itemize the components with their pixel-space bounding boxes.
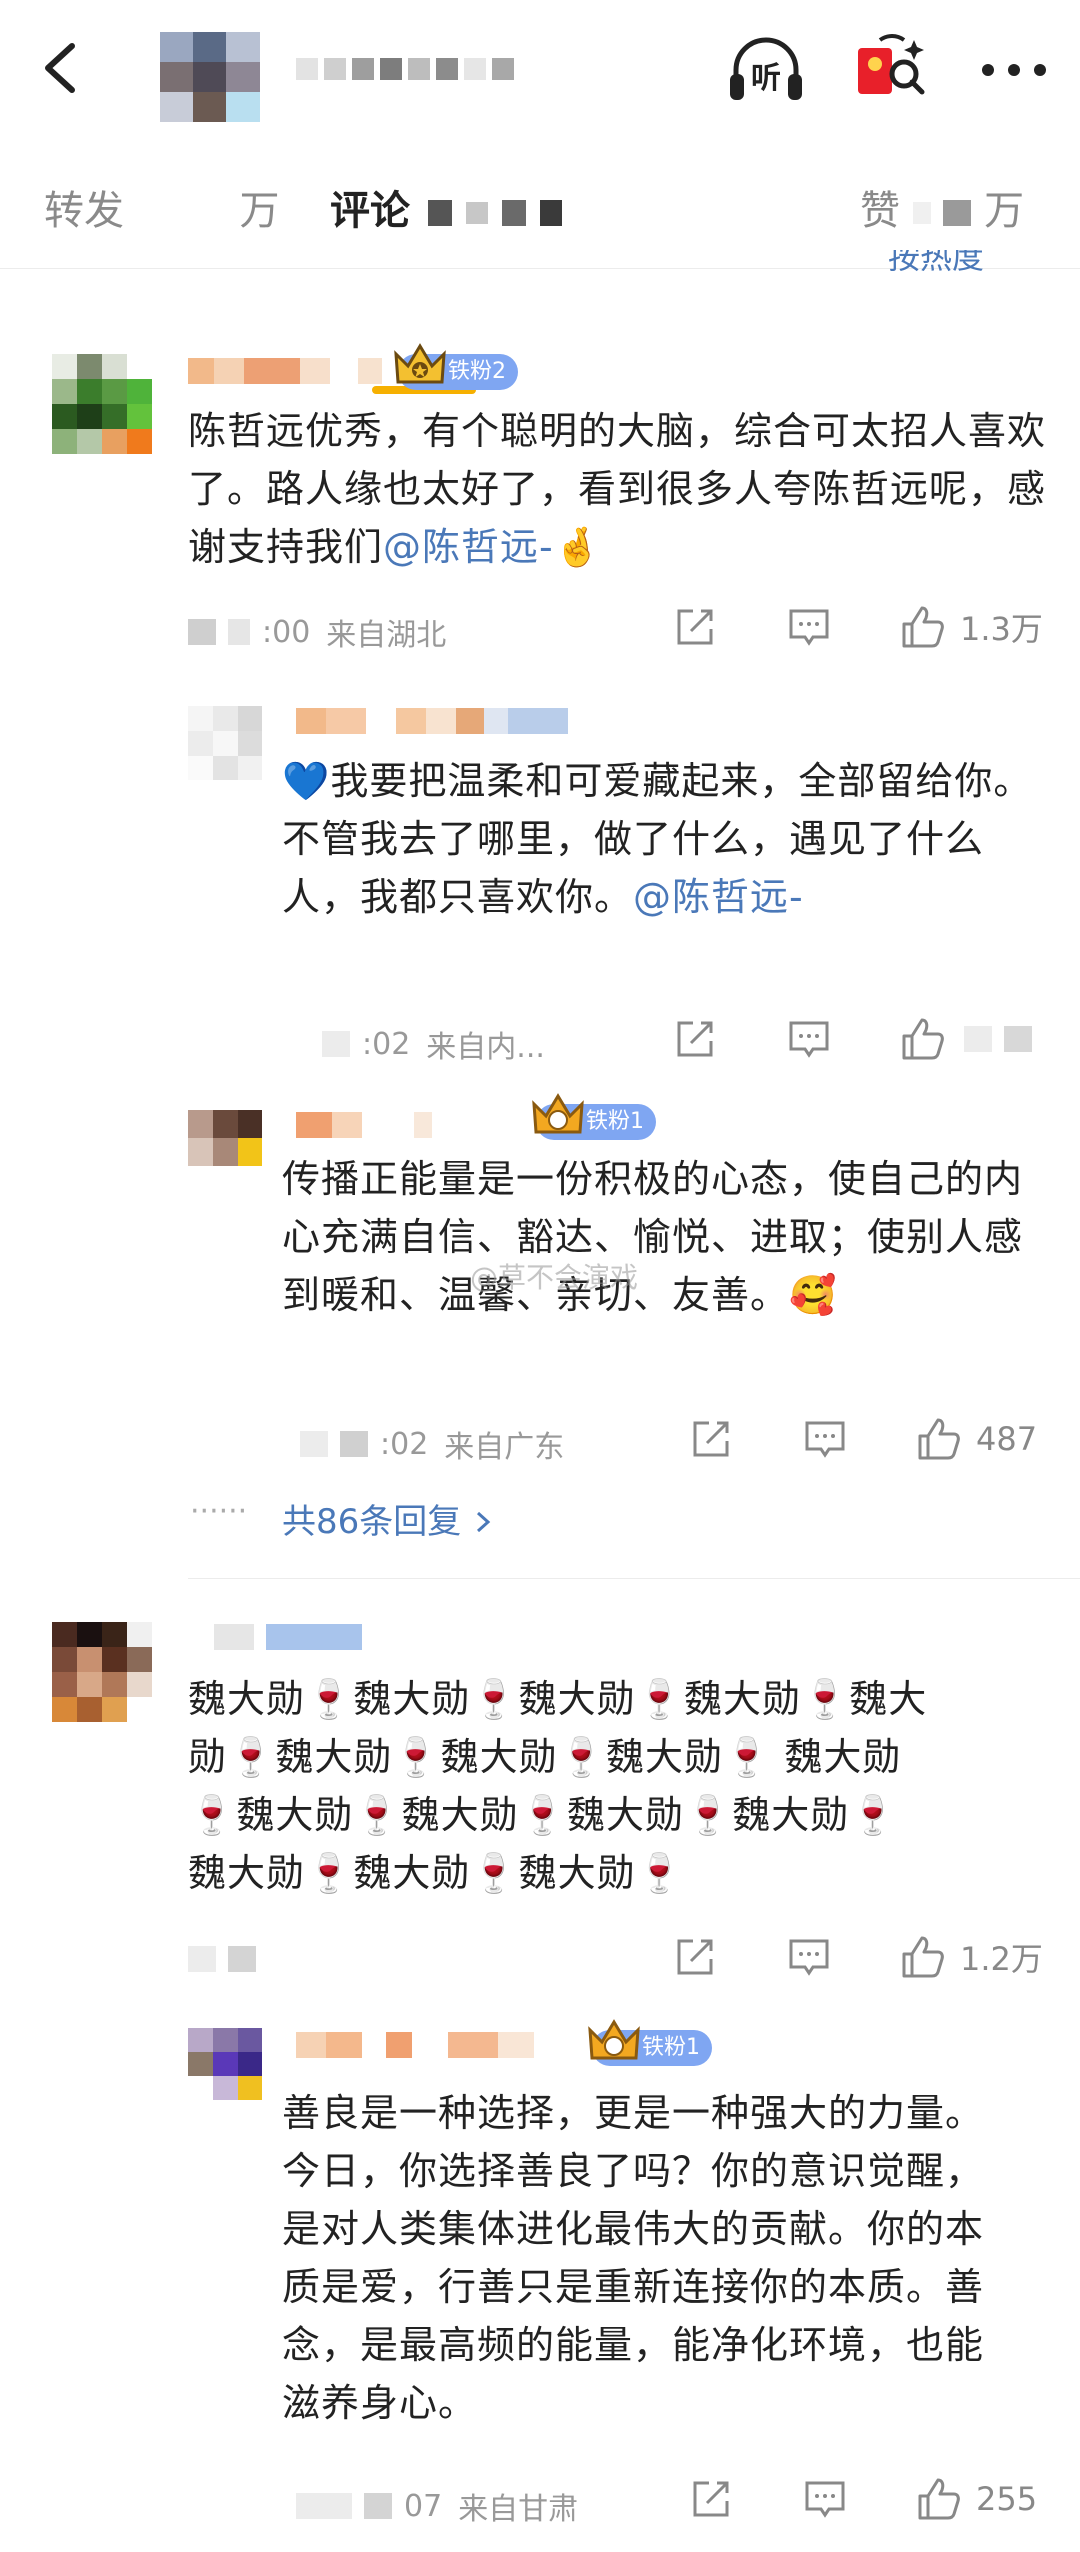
username-blurred[interactable]: [296, 708, 568, 734]
avatar[interactable]: [188, 706, 262, 780]
tab-comments-label: 评论: [330, 188, 410, 234]
comment-time: :00: [262, 614, 311, 650]
view-replies-link[interactable]: 共86条回复: [282, 1494, 494, 1543]
like-count: 255: [976, 2480, 1038, 2518]
share-icon[interactable]: [686, 1414, 736, 1464]
comment-text: 陈哲远优秀，有个聪明的大脑，综合可太招人喜欢了。路人缘也太好了，看到很多人夸陈哲…: [188, 402, 1048, 576]
reply-actions: 255: [686, 2474, 1037, 2524]
share-icon[interactable]: [686, 2474, 736, 2524]
avatar[interactable]: [52, 1622, 152, 1722]
reply-location: 来自广东: [444, 1430, 565, 1465]
fan-badge-label: 铁粉1: [586, 1109, 644, 1134]
reply-body: 善良是一种选择，更是一种强大的力量。今日，你选择善良了吗？你的意识觉醒，是对人类…: [282, 2091, 985, 2425]
username-blurred[interactable]: [214, 1624, 362, 1650]
comment-actions: 1.3万: [670, 602, 1043, 652]
mention-link[interactable]: @陈哲远-: [383, 525, 554, 569]
chevron-right-icon: [472, 1502, 494, 1542]
share-icon[interactable]: [670, 1014, 720, 1064]
svg-text:听: 听: [751, 61, 781, 96]
fan-badge-label: 铁粉1: [642, 2035, 700, 2060]
fan-badge-label: 铁粉2: [448, 359, 506, 384]
comment-icon[interactable]: [784, 1014, 834, 1064]
replies-dots: ······: [190, 1494, 248, 1529]
crown-icon: [588, 2019, 640, 2060]
sort-toggle[interactable]: 按热度: [888, 250, 984, 278]
comment-line: 勋🍷魏大勋🍷魏大勋🍷魏大勋🍷 魏大勋: [188, 1735, 902, 1779]
red-packet-icon[interactable]: [848, 30, 932, 110]
avatar[interactable]: [160, 32, 260, 122]
share-icon[interactable]: [670, 1932, 720, 1982]
like-icon[interactable]: [898, 602, 948, 652]
comment-icon[interactable]: [784, 1932, 834, 1982]
headphones-icon[interactable]: 听: [724, 30, 808, 110]
comment-icon[interactable]: [784, 602, 834, 652]
comment-line: 魏大勋🍷魏大勋🍷魏大勋🍷魏大勋🍷魏大: [188, 1677, 928, 1721]
comment-line: 🍷魏大勋🍷魏大勋🍷魏大勋🍷魏大勋🍷: [188, 1793, 898, 1837]
reply-time: :02: [380, 1426, 429, 1462]
comment-line: 魏大勋🍷魏大勋🍷魏大勋🍷: [188, 1851, 684, 1895]
reply-meta: 07 来自甘肃: [296, 2484, 578, 2528]
emoji: 🥰: [789, 1273, 838, 1317]
share-icon[interactable]: [670, 602, 720, 652]
avatar[interactable]: [188, 2028, 262, 2100]
like-icon[interactable]: [898, 1932, 948, 1982]
divider: [188, 1578, 1080, 1579]
sort-hint-label: 按热度: [888, 250, 985, 276]
like-icon[interactable]: [914, 1414, 964, 1464]
mention-link[interactable]: @陈哲远-: [633, 875, 804, 919]
reply-location: 来自内...: [426, 1030, 545, 1065]
crown-icon: [532, 1093, 584, 1134]
fan-badge[interactable]: 铁粉1: [532, 1093, 656, 1140]
tab-repost-label: 转发: [44, 188, 124, 234]
like-count: 487: [976, 1420, 1038, 1458]
top-actions: 听: [724, 30, 1056, 110]
crown-icon: [394, 343, 446, 384]
comment-icon[interactable]: [800, 1414, 850, 1464]
back-icon[interactable]: [32, 38, 92, 98]
tab-comments[interactable]: 评论: [330, 178, 562, 236]
reply-time: :02: [362, 1026, 411, 1062]
comment-meta: [188, 1946, 268, 1972]
comment-text: 魏大勋🍷魏大勋🍷魏大勋🍷魏大勋🍷魏大 勋🍷魏大勋🍷魏大勋🍷魏大勋🍷 魏大勋 🍷魏…: [188, 1670, 1068, 1902]
like-count: 1.3万: [960, 610, 1043, 648]
tab-repost[interactable]: 转发 万: [44, 178, 279, 236]
reply-time: 07: [404, 2488, 443, 2524]
tab-repost-unit: 万: [239, 188, 280, 234]
tab-likes[interactable]: 赞 万: [860, 178, 1024, 236]
reply-count-label: 共86条回复: [282, 1502, 462, 1542]
tab-likes-unit: 万: [984, 188, 1025, 234]
reply-text: 💙我要把温柔和可爱藏起来，全部留给你。不管我去了哪里，做了什么，遇见了什么人，我…: [282, 752, 1052, 926]
reply-body: 传播正能量是一份积极的心态，使自己的内心充满自信、豁达、愉悦、进取；使别人感到暖…: [282, 1157, 1024, 1317]
fan-badge[interactable]: 铁粉2: [394, 343, 518, 390]
comment-location: 来自湖北: [326, 618, 447, 653]
username-blurred[interactable]: [296, 2032, 534, 2058]
avatar[interactable]: [52, 354, 152, 454]
reply-actions: 487: [686, 1414, 1037, 1464]
avatar[interactable]: [188, 1110, 262, 1166]
more-icon[interactable]: [972, 30, 1056, 110]
like-icon[interactable]: [914, 2474, 964, 2524]
comment-meta: :00 来自湖北: [188, 610, 446, 654]
watermark: @草不会演戏: [470, 1261, 639, 1294]
top-bar: 听: [0, 0, 1080, 140]
comment-actions: 1.2万: [670, 1932, 1043, 1982]
fan-badge[interactable]: 铁粉1: [588, 2019, 712, 2066]
reply-meta: :02 来自内...: [322, 1022, 545, 1066]
reply-text: 传播正能量是一份积极的心态，使自己的内心充满自信、豁达、愉悦、进取；使别人感到暖…: [282, 1150, 1042, 1324]
username-blurred[interactable]: [296, 1112, 432, 1138]
like-icon[interactable]: [898, 1014, 948, 1064]
tab-likes-label: 赞: [860, 188, 900, 234]
username-blurred[interactable]: [188, 358, 382, 384]
reply-text: 善良是一种选择，更是一种强大的力量。今日，你选择善良了吗？你的意识觉醒，是对人类…: [282, 2084, 1022, 2432]
comment-body: 陈哲远优秀，有个聪明的大脑，综合可太招人喜欢了。路人缘也太好了，看到很多人夸陈哲…: [188, 409, 1047, 569]
account-name-blurred: [296, 58, 514, 80]
comment-icon[interactable]: [800, 2474, 850, 2524]
reply-meta: :02 来自广东: [300, 1422, 564, 1466]
reply-actions: [670, 1014, 1044, 1064]
emoji: 🤞: [553, 525, 603, 569]
reply-location: 来自甘肃: [458, 2492, 579, 2527]
like-count: 1.2万: [960, 1940, 1043, 1978]
